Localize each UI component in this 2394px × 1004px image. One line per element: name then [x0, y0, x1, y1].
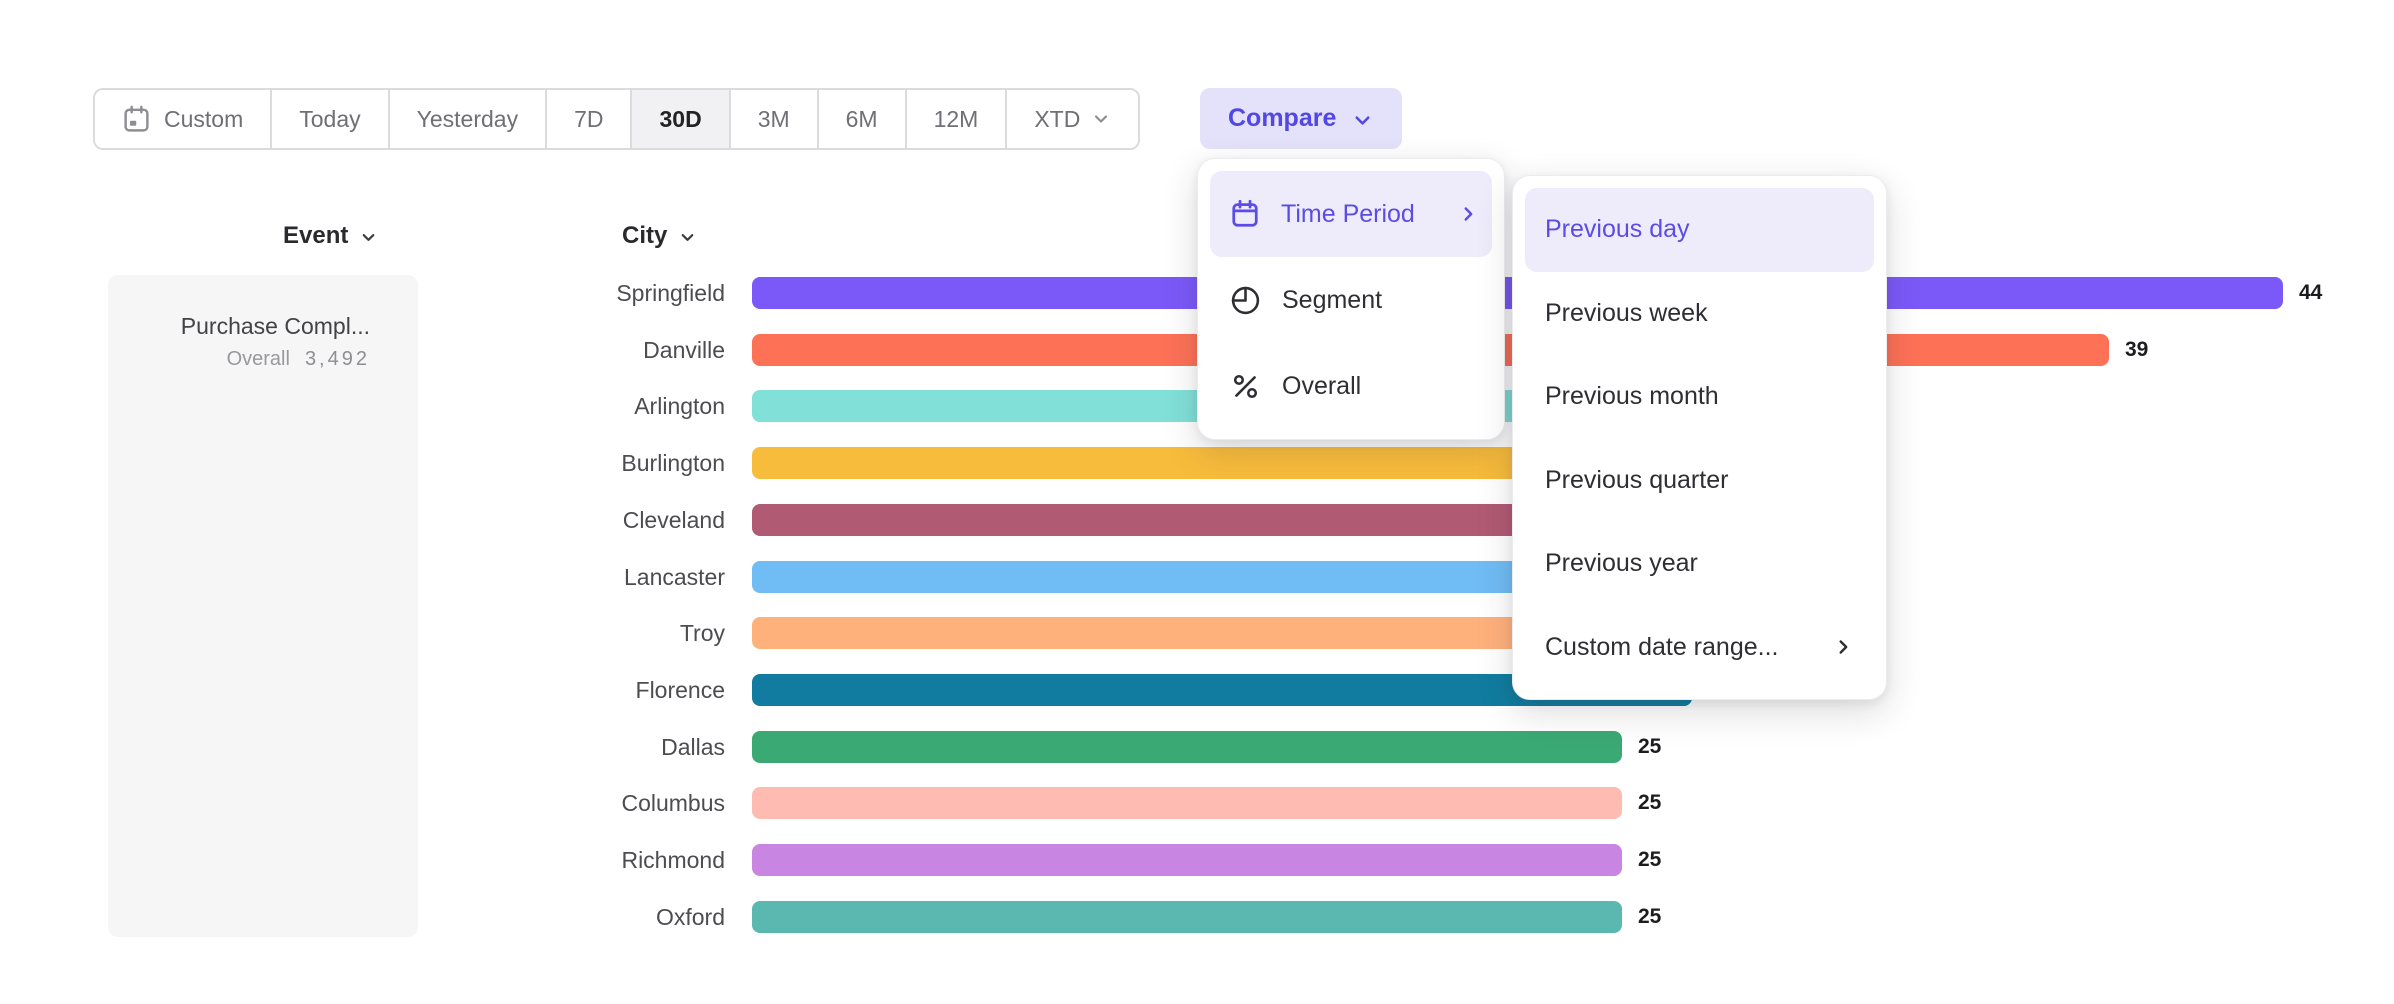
chevron-right-icon — [1457, 203, 1479, 225]
city-label-richmond: Richmond — [420, 844, 725, 876]
city-label-danville: Danville — [420, 334, 725, 366]
city-label-arlington: Arlington — [420, 390, 725, 422]
percent-icon — [1230, 372, 1261, 401]
menu-item-custom-date-range[interactable]: Custom date range... — [1525, 606, 1874, 690]
bar-value-dallas: 25 — [1638, 731, 1661, 763]
segment-icon — [1230, 285, 1261, 316]
city-label-lancaster: Lancaster — [420, 561, 725, 593]
menu-item-time-period[interactable]: Time Period — [1210, 171, 1492, 257]
bar-oxford[interactable] — [752, 901, 1622, 933]
menu-item-previous-day[interactable]: Previous day — [1525, 188, 1874, 272]
bar-dallas[interactable] — [752, 731, 1622, 763]
menu-item-previous-month[interactable]: Previous month — [1525, 355, 1874, 439]
menu-item-previous-week[interactable]: Previous week — [1525, 272, 1874, 356]
city-label-dallas: Dallas — [420, 731, 725, 763]
bar-value-springfield: 44 — [2299, 277, 2322, 309]
menu-item-label: Previous quarter — [1545, 466, 1728, 495]
bar-value-columbus: 25 — [1638, 787, 1661, 819]
menu-item-previous-quarter[interactable]: Previous quarter — [1525, 439, 1874, 523]
menu-item-label: Previous month — [1545, 382, 1719, 411]
menu-item-previous-year[interactable]: Previous year — [1525, 522, 1874, 606]
bar-value-oxford: 25 — [1638, 901, 1661, 933]
compare-menu: Time Period Segment Overall — [1197, 158, 1505, 440]
menu-item-label: Previous year — [1545, 549, 1698, 578]
menu-item-label: Previous day — [1545, 215, 1690, 244]
menu-item-label: Overall — [1282, 372, 1361, 401]
city-label-springfield: Springfield — [420, 277, 725, 309]
menu-item-label: Previous week — [1545, 299, 1708, 328]
menu-item-segment[interactable]: Segment — [1210, 257, 1492, 343]
city-label-troy: Troy — [420, 617, 725, 649]
time-period-submenu: Previous day Previous week Previous month P… — [1512, 175, 1887, 700]
menu-item-label: Custom date range... — [1545, 633, 1778, 662]
city-label-columbus: Columbus — [420, 787, 725, 819]
bar-value-danville: 39 — [2125, 334, 2148, 366]
city-label-burlington: Burlington — [420, 447, 725, 479]
calendar-icon — [1230, 199, 1260, 229]
bar-columbus[interactable] — [752, 787, 1622, 819]
bar-value-richmond: 25 — [1638, 844, 1661, 876]
menu-item-label: Segment — [1282, 286, 1382, 315]
menu-item-label: Time Period — [1281, 200, 1415, 229]
city-label-cleveland: Cleveland — [420, 504, 725, 536]
menu-item-overall[interactable]: Overall — [1210, 343, 1492, 429]
bar-chart: Springfield 44 Danville 39 Arlington Burlingt… — [0, 0, 2394, 1004]
city-label-florence: Florence — [420, 674, 725, 706]
bar-richmond[interactable] — [752, 844, 1622, 876]
chevron-right-icon — [1832, 636, 1854, 658]
city-label-oxford: Oxford — [420, 901, 725, 933]
